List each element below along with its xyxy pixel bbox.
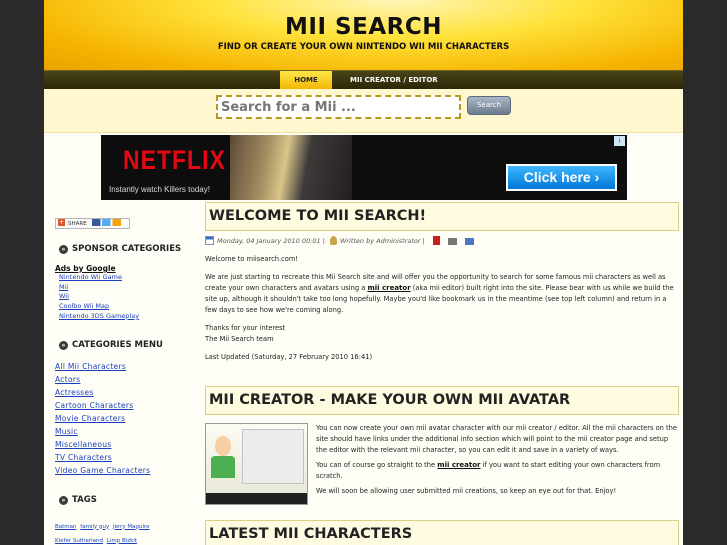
ads-by-google-link[interactable]: Ads by Google [55, 264, 193, 273]
sponsor-link[interactable]: Wii [59, 292, 193, 302]
email-icon[interactable] [465, 238, 475, 245]
share-label: SHARE [68, 221, 87, 227]
category-link[interactable]: All Mii Characters [55, 360, 193, 373]
chevron-right-icon: » [59, 495, 68, 505]
site-subtitle: FIND OR CREATE YOUR OWN NINTENDO WII MII… [217, 42, 510, 52]
chevron-right-icon: » [59, 340, 68, 350]
sponsor-categories-heading: » SPONSOR CATEGORIES [55, 244, 193, 254]
site-title[interactable]: MII SEARCH [44, 0, 683, 40]
ad-tagline: Instantly watch Killers today! [109, 185, 210, 194]
mii-creator-paragraph: We will soon be allowing user submitted … [316, 487, 617, 495]
category-link[interactable]: Actors [55, 373, 193, 386]
share-plus-icon: + [58, 219, 65, 226]
main-content: WELCOME TO MII SEARCH! Monday, 04 Januar… [205, 202, 679, 545]
category-link[interactable]: Movie Characters [55, 412, 193, 425]
article-meta: Monday, 04 January 2010 00:01 | Written … [205, 236, 679, 247]
search-input[interactable] [216, 95, 461, 119]
share-button[interactable]: + SHARE [55, 218, 131, 229]
search-button[interactable]: Search [467, 96, 511, 115]
mii-creator-section-title[interactable]: MII CREATOR - MAKE YOUR OWN MII AVATAR [205, 386, 679, 415]
category-link[interactable]: Video Game Characters [55, 464, 193, 477]
share-service-icons [92, 219, 127, 226]
tab-mii-creator[interactable]: MII CREATOR / EDITOR [340, 71, 448, 90]
banner-ad[interactable]: NETFLIX Instantly watch Killers today! C… [101, 135, 627, 200]
ad-choices-icon[interactable]: i [614, 136, 625, 146]
tag-cloud: Batman family guy Jerry Maguire Kiefer S… [55, 520, 193, 545]
tag-link[interactable]: Jerry Maguire [113, 524, 150, 530]
tag-link[interactable]: Limp Bizkit [107, 538, 137, 544]
article-paragraph: We are just starting to recreate this Mi… [205, 273, 674, 314]
mii-creator-text: You can now create your own mii avatar c… [316, 423, 679, 497]
tag-link[interactable]: Batman [55, 524, 77, 530]
mii-editor-screenshot[interactable] [205, 423, 308, 505]
category-link[interactable]: Cartoon Characters [55, 399, 193, 412]
ad-brand-logo: NETFLIX [123, 145, 226, 175]
author-icon [330, 236, 338, 245]
latest-characters-title[interactable]: LATEST MII CHARACTERS [205, 520, 679, 545]
mii-avatar-body [211, 456, 235, 478]
sponsor-link[interactable]: Coolbo Wii Map [59, 302, 193, 312]
sidebar: + SHARE » SPONSOR CATEGORIES Ads by Google… [55, 210, 193, 545]
category-link[interactable]: Music [55, 425, 193, 438]
thanks-line: Thanks for your interest [205, 324, 286, 332]
last-updated: Last Updated (Saturday, 27 February 2010… [205, 353, 373, 361]
article-intro: Welcome to miisearch.com! [205, 255, 299, 263]
main-nav: HOME MII CREATOR / EDITOR [44, 70, 683, 90]
category-link[interactable]: Actresses [55, 386, 193, 399]
mii-creator-link[interactable]: mii creator [437, 461, 480, 469]
article-title[interactable]: WELCOME TO MII SEARCH! [205, 202, 679, 231]
mii-creator-link[interactable]: mii creator [367, 284, 410, 292]
pdf-icon[interactable] [432, 236, 440, 245]
site-header: MII SEARCH FIND OR CREATE YOUR OWN NINTE… [44, 0, 683, 70]
print-icon[interactable] [448, 238, 458, 245]
search-bar: Search [44, 89, 683, 133]
ad-click-here-button[interactable]: Click here › [506, 164, 617, 191]
page-wrapper: MII SEARCH FIND OR CREATE YOUR OWN NINTE… [44, 0, 683, 545]
category-link[interactable]: Miscellaneous [55, 438, 193, 451]
sponsor-link[interactable]: Nintendo 3DS Gameplay [59, 312, 193, 322]
mii-creator-paragraph: You can of course go straight to the mii… [316, 461, 661, 480]
editor-toolbar [206, 493, 307, 504]
tag-link[interactable]: Kiefer Sutherland [55, 538, 103, 544]
category-link[interactable]: TV Characters [55, 451, 193, 464]
calendar-icon [205, 236, 214, 245]
mii-creator-paragraph: You can now create your own mii avatar c… [316, 424, 678, 454]
mii-avatar-figure [215, 436, 231, 456]
team-signature: The Mii Search team [205, 335, 274, 343]
tab-home[interactable]: HOME [280, 71, 332, 90]
editor-panel [242, 429, 304, 484]
ad-photo [230, 135, 352, 200]
tags-heading: » TAGS [55, 495, 193, 505]
categories-menu-heading: » CATEGORIES MENU [55, 340, 193, 350]
meta-separator: | [322, 237, 325, 245]
tag-link[interactable]: family guy [80, 524, 109, 530]
meta-separator: | [422, 237, 425, 245]
article-date: Monday, 04 January 2010 00:01 [217, 237, 321, 245]
sponsor-link[interactable]: Nintendo Wii Game [59, 273, 193, 283]
chevron-right-icon: » [59, 245, 68, 254]
article-author: Written by Administrator [340, 237, 421, 245]
sponsor-link[interactable]: Mii [59, 283, 193, 293]
